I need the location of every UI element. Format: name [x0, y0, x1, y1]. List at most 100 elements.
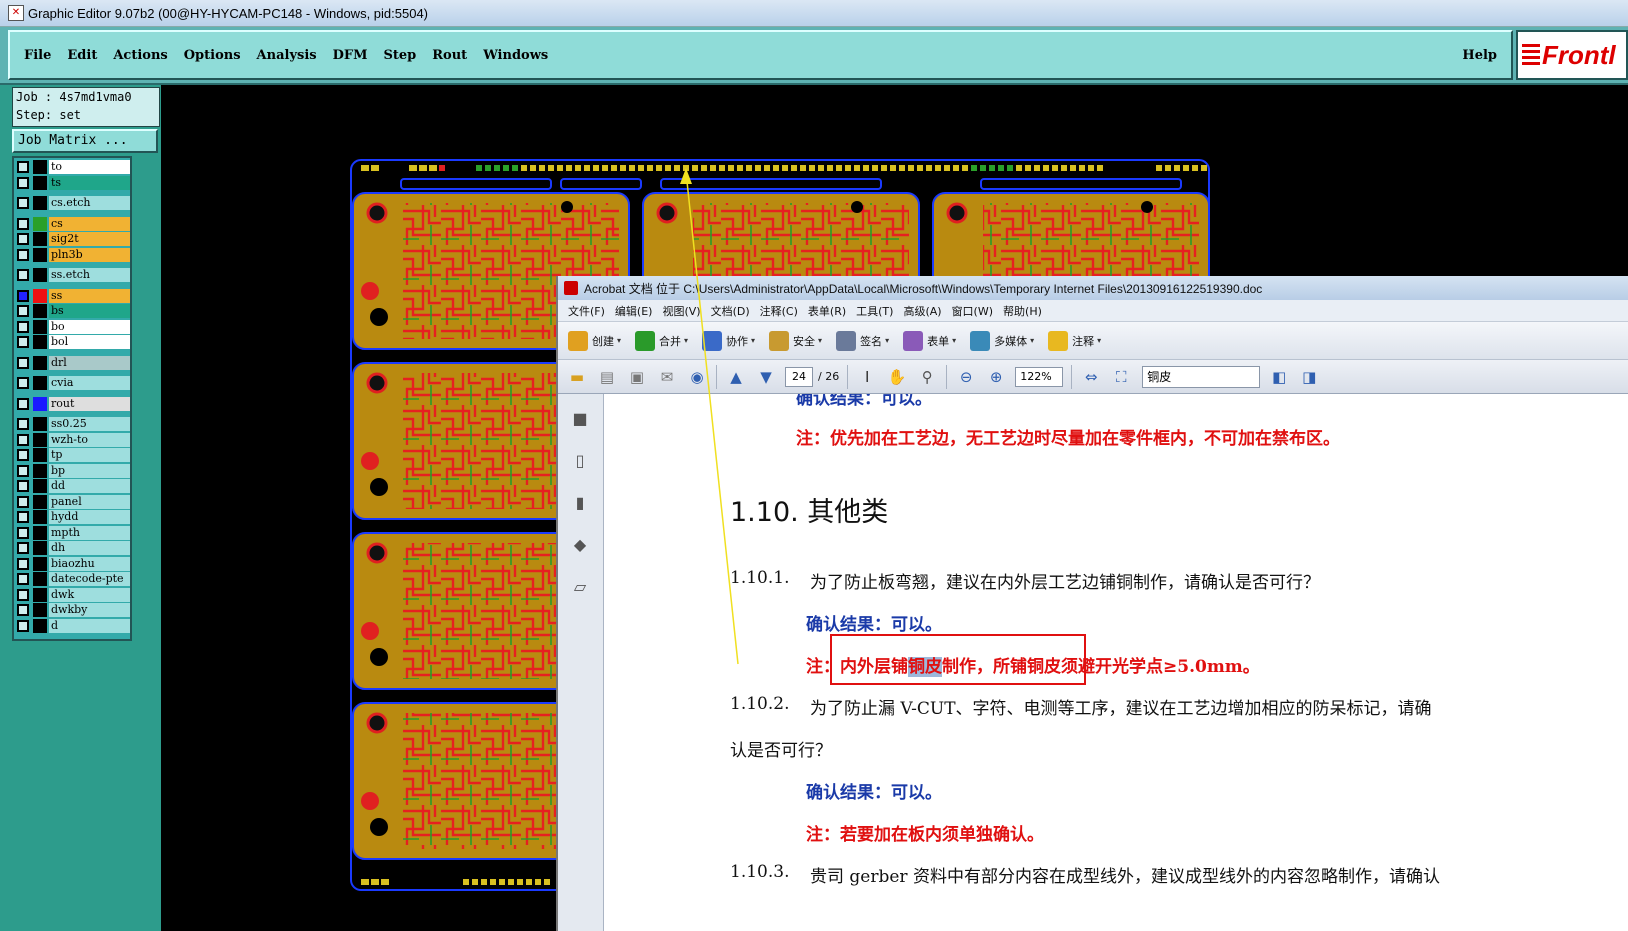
acro-menu-comments[interactable]: 注释(C)	[760, 303, 798, 319]
save-icon[interactable]: ▣	[626, 366, 648, 388]
layer-checkbox[interactable]	[17, 356, 29, 369]
hand-tool-icon[interactable]: ✋	[886, 366, 908, 388]
layer-color-swatch[interactable]	[33, 494, 47, 509]
layer-name[interactable]: bs	[49, 304, 130, 318]
layer-row-d[interactable]: d	[16, 618, 130, 633]
layer-color-swatch[interactable]	[33, 335, 47, 349]
pages-icon[interactable]: ▯	[570, 450, 590, 470]
toolbar-button-comment[interactable]: 注释 ▾	[1048, 330, 1101, 351]
layer-row-ss-etch[interactable]: ss.etch	[16, 268, 130, 282]
layer-color-swatch[interactable]	[33, 396, 47, 411]
layer-color-swatch[interactable]	[33, 216, 47, 231]
prev-page-icon[interactable]: ▲	[725, 366, 747, 388]
acro-menu-window[interactable]: 窗口(W)	[952, 303, 993, 319]
menu-file[interactable]: File	[24, 48, 51, 63]
layer-checkbox[interactable]	[17, 480, 29, 492]
layer-checkbox[interactable]	[17, 418, 29, 430]
layer-color-swatch[interactable]	[33, 288, 47, 303]
layer-color-swatch[interactable]	[33, 247, 47, 262]
layer-name[interactable]: dwkby	[49, 603, 130, 617]
layer-name[interactable]: ss0.25	[49, 417, 130, 431]
layer-color-swatch[interactable]	[33, 603, 47, 617]
layer-color-swatch[interactable]	[33, 572, 47, 586]
layer-row-tp[interactable]: tp	[16, 448, 130, 462]
layer-row-dh[interactable]: dh	[16, 541, 130, 555]
zoom-tool-icon[interactable]: ⚲	[916, 366, 938, 388]
layer-checkbox[interactable]	[17, 526, 29, 539]
layer-checkbox[interactable]	[17, 233, 29, 245]
layer-checkbox[interactable]	[17, 511, 29, 523]
email-icon[interactable]: ✉	[656, 366, 678, 388]
globe-icon[interactable]: ◉	[686, 366, 708, 388]
layer-name[interactable]: cvia	[49, 376, 130, 390]
layer-name[interactable]: datecode-pte	[49, 572, 130, 586]
layer-color-swatch[interactable]	[33, 541, 47, 555]
layer-name[interactable]: ts	[49, 175, 130, 190]
layer-checkbox[interactable]	[17, 588, 29, 601]
layer-color-swatch[interactable]	[33, 268, 47, 282]
layer-name[interactable]: bp	[49, 463, 130, 478]
layer-color-swatch[interactable]	[33, 432, 47, 447]
bookmarks-icon[interactable]: ▮	[570, 492, 590, 512]
layer-color-swatch[interactable]	[33, 304, 47, 318]
next-page-icon[interactable]: ▼	[755, 366, 777, 388]
zoom-level-select[interactable]: 122%	[1015, 366, 1064, 387]
layer-name[interactable]: rout	[49, 396, 130, 411]
layer-color-swatch[interactable]	[33, 160, 47, 174]
find-input[interactable]: 铜皮	[1142, 365, 1261, 388]
toolbar-button-collaborate[interactable]: 协作 ▾	[702, 330, 755, 351]
layer-name[interactable]: d	[49, 618, 130, 633]
layer-name[interactable]: dd	[49, 479, 130, 493]
acro-menu-advanced[interactable]: 高级(A)	[903, 303, 941, 319]
menu-windows[interactable]: Windows	[483, 48, 548, 63]
layer-color-swatch[interactable]	[33, 417, 47, 431]
layer-color-swatch[interactable]	[33, 376, 47, 390]
layer-checkbox[interactable]	[17, 449, 29, 461]
layer-checkbox[interactable]	[17, 557, 29, 570]
layer-checkbox[interactable]	[17, 161, 29, 173]
security-lock-icon[interactable]: ■	[570, 408, 590, 428]
find-previous-icon[interactable]: ◧	[1268, 366, 1290, 388]
layer-name[interactable]: dwk	[49, 587, 130, 602]
menu-actions[interactable]: Actions	[113, 48, 167, 63]
layer-name[interactable]: drl	[49, 355, 130, 370]
toolbar-button-form[interactable]: 表单 ▾	[903, 330, 956, 351]
layer-name[interactable]: ss.etch	[49, 268, 130, 282]
layer-name[interactable]: mpth	[49, 525, 130, 540]
toolbar-button-combine[interactable]: 合并 ▾	[635, 330, 688, 351]
layer-color-swatch[interactable]	[33, 556, 47, 571]
layer-name[interactable]: bol	[49, 335, 130, 349]
layer-checkbox[interactable]	[17, 289, 29, 302]
layer-color-swatch[interactable]	[33, 355, 47, 370]
toolbar-button-pen[interactable]: 签名 ▾	[836, 330, 889, 351]
layer-row-ts[interactable]: ts	[16, 175, 130, 190]
menu-rout[interactable]: Rout	[432, 48, 467, 63]
layer-checkbox[interactable]	[17, 197, 29, 209]
layer-checkbox[interactable]	[17, 176, 29, 189]
layer-row-to[interactable]: to	[16, 160, 130, 174]
layer-color-swatch[interactable]	[33, 510, 47, 524]
zoom-in-icon[interactable]: ⊕	[985, 366, 1007, 388]
layer-row-panel[interactable]: panel	[16, 494, 130, 509]
toolbar-button-create[interactable]: 创建 ▾	[568, 330, 621, 351]
layer-name[interactable]: pln3b	[49, 247, 130, 262]
layer-row-wzh-to[interactable]: wzh-to	[16, 432, 130, 447]
menu-dfm[interactable]: DFM	[333, 48, 368, 63]
layer-row-ss[interactable]: ss	[16, 288, 130, 303]
layer-checkbox[interactable]	[17, 336, 29, 348]
open-folder-icon[interactable]: ▬	[566, 366, 588, 388]
layer-name[interactable]: cs.etch	[49, 196, 130, 210]
layer-checkbox[interactable]	[17, 248, 29, 261]
acro-menu-file[interactable]: 文件(F)	[568, 303, 605, 319]
layer-row-hydd[interactable]: hydd	[16, 510, 130, 524]
layer-row-bol[interactable]: bol	[16, 335, 130, 349]
layer-checkbox[interactable]	[17, 305, 29, 317]
layer-color-swatch[interactable]	[33, 232, 47, 246]
menu-options[interactable]: Options	[184, 48, 241, 63]
acro-menu-help[interactable]: 帮助(H)	[1003, 303, 1042, 319]
layer-row-dwk[interactable]: dwk	[16, 587, 130, 602]
layer-checkbox[interactable]	[17, 573, 29, 585]
layer-name[interactable]: panel	[49, 494, 130, 509]
layer-checkbox[interactable]	[17, 464, 29, 477]
menu-analysis[interactable]: Analysis	[257, 48, 317, 63]
